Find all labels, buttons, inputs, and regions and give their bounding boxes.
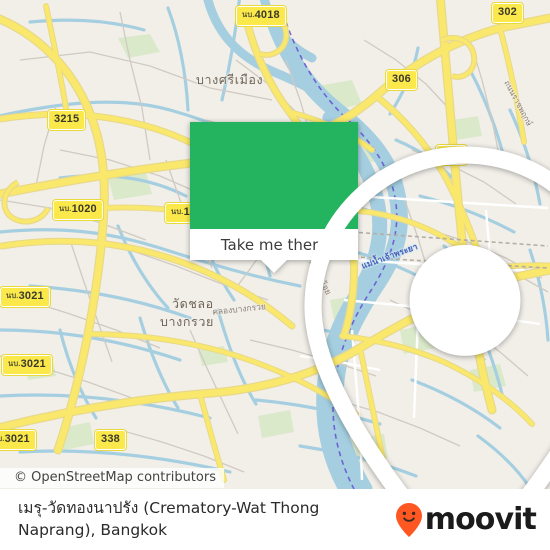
- road-shield: นบ.3021: [0, 429, 37, 451]
- footer-bar: เมรุ-วัดทองนาปรัง (Crematory-Wat Thong N…: [0, 489, 550, 550]
- moovit-logo[interactable]: moovit: [395, 502, 537, 538]
- map-attribution[interactable]: © OpenStreetMap contributors: [0, 468, 224, 488]
- road-shield: 3215: [46, 109, 87, 131]
- moovit-smiley-pin-icon: [395, 502, 422, 537]
- location-popup-card[interactable]: Take me there: [190, 122, 550, 489]
- map-screenshot: นบ.4018 302 306 301 3215 นบ.1020 นบ.1020…: [0, 0, 550, 550]
- location-title: เมรุ-วัดทองนาปรัง (Crematory-Wat Thong N…: [18, 499, 320, 539]
- moovit-wordmark: moovit: [424, 502, 537, 537]
- popup-icon-panel: [190, 122, 550, 489]
- road-shield: นบ.4018: [235, 5, 287, 27]
- road-shield: นบ.1020: [52, 199, 104, 221]
- road-shield: นบ.3021: [0, 286, 51, 308]
- road-shield: 302: [491, 2, 524, 24]
- map-canvas[interactable]: นบ.4018 302 306 301 3215 นบ.1020 นบ.1020…: [0, 0, 550, 489]
- map-pin-icon: [304, 146, 550, 489]
- road-shield: 338: [94, 429, 127, 451]
- road-shield: นบ.3021: [1, 354, 53, 376]
- road-shield: 306: [385, 69, 418, 91]
- popup-tail: [261, 260, 287, 273]
